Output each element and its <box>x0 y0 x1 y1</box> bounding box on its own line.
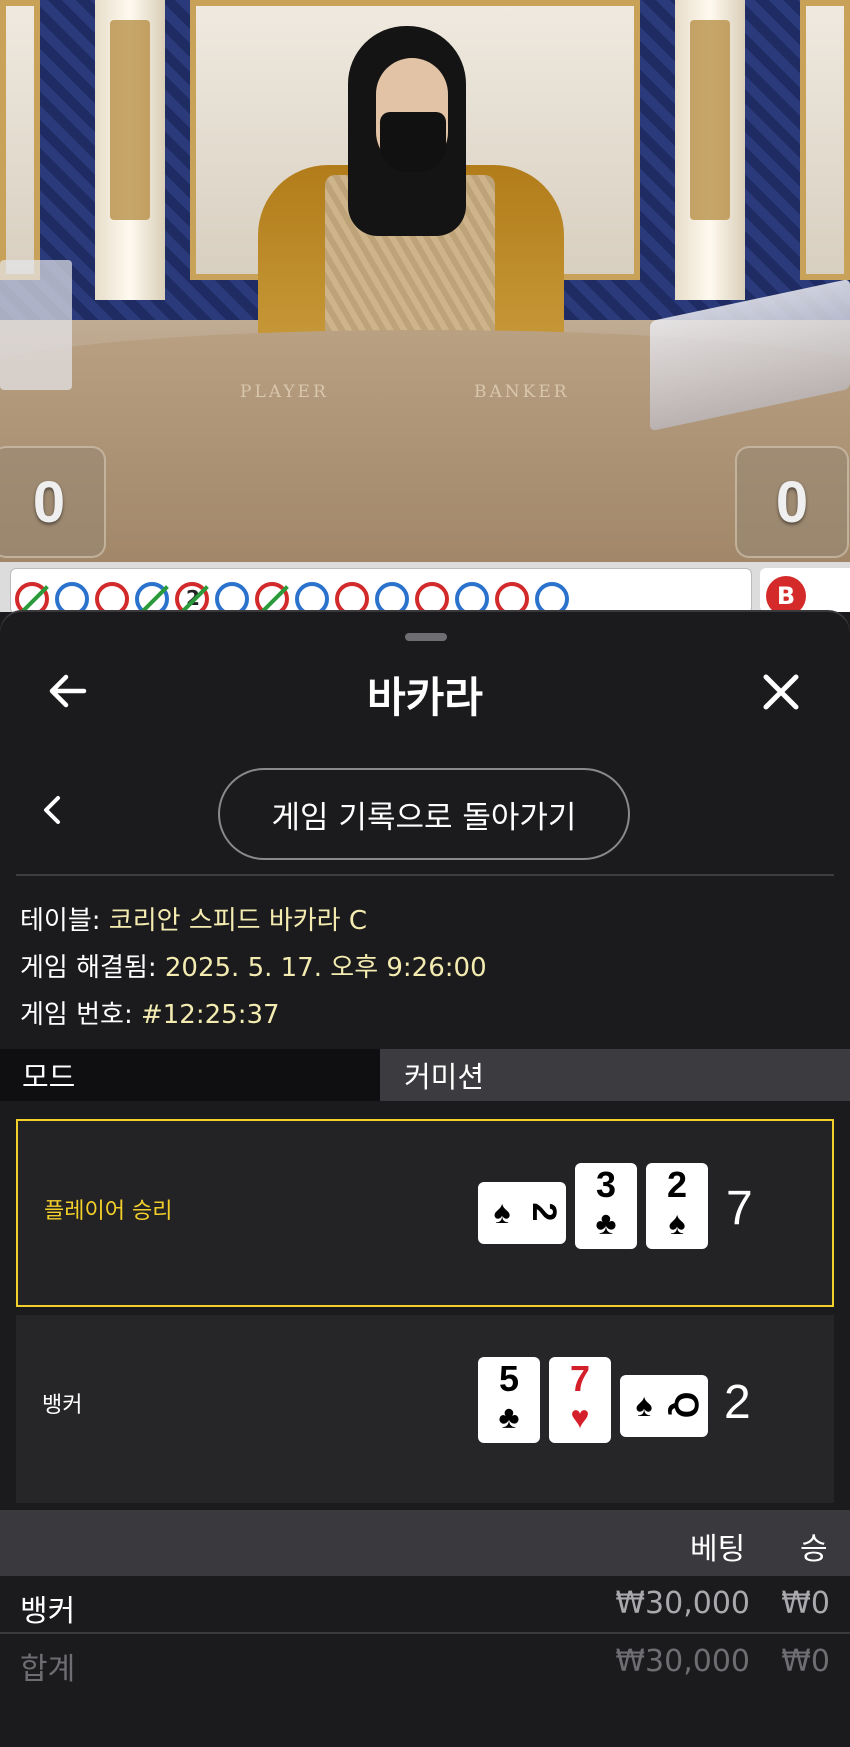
wall-panel <box>0 0 40 280</box>
info-game-number-value: #12:25:37 <box>140 1000 280 1030</box>
total-bet: ₩30,000 <box>615 1644 750 1679</box>
bead-player <box>215 582 249 616</box>
close-button[interactable] <box>756 667 806 717</box>
total-row: 합계 ₩30,000 ₩0 <box>0 1634 850 1690</box>
banker-result: 뱅커 5 ♣ 7 ♥ ♠ Q 2 <box>16 1315 834 1503</box>
table-row: 뱅커 ₩30,000 ₩0 <box>0 1576 850 1634</box>
road-summary: B <box>760 568 850 616</box>
info-resolved-label: 게임 해결됨: <box>20 953 157 983</box>
sheet-title: 바카라 <box>367 673 483 722</box>
bead-player <box>535 582 569 616</box>
bead-banker <box>95 582 129 616</box>
previous-button[interactable] <box>38 790 66 830</box>
wall-panel <box>800 0 850 280</box>
discard-tray <box>0 260 72 390</box>
info-resolved-value: 2025. 5. 17. 오후 9:26:00 <box>164 953 487 983</box>
player-score: 0 <box>0 446 106 558</box>
playing-card: 2 ♠ <box>646 1163 708 1249</box>
bet-amount: ₩30,000 <box>615 1586 750 1621</box>
table-label-player: PLAYER <box>240 382 329 402</box>
playing-card: 7 ♥ <box>549 1357 611 1443</box>
win-amount: ₩0 <box>781 1586 830 1621</box>
player-result: 플레이어 승리 ♠ 2 3 ♣ 2 ♠ 7 <box>16 1119 834 1307</box>
playing-card: 5 ♣ <box>478 1357 540 1443</box>
info-game-number: 게임 번호: #12:25:37 <box>20 994 280 1031</box>
bet-name: 뱅커 <box>20 1594 76 1629</box>
card-rank: 5 <box>498 1358 520 1399</box>
bead-banker <box>495 582 529 616</box>
card-rank: 3 <box>595 1164 617 1205</box>
player-result-label: 플레이어 승리 <box>44 1199 173 1224</box>
bead-player-tie <box>135 582 169 616</box>
tab-mode[interactable]: 모드 <box>0 1049 380 1101</box>
card-suit: ♠ <box>635 1387 653 1423</box>
bead-banker-tie: 2 <box>175 582 209 616</box>
column-win: 승 <box>800 1532 828 1567</box>
total-win: ₩0 <box>781 1644 830 1679</box>
info-table-value: 코리안 스피드 바카라 C <box>108 906 368 936</box>
table-label-banker: BANKER <box>474 382 570 402</box>
info-game-number-label: 게임 번호: <box>20 1000 133 1030</box>
bead-player <box>375 582 409 616</box>
info-table: 테이블: 코리안 스피드 바카라 C <box>20 900 367 937</box>
bead-road-strip[interactable]: 2 B <box>0 562 850 616</box>
card-suit: ♣ <box>595 1205 617 1241</box>
bead-player <box>55 582 89 616</box>
player-total: 7 <box>726 1182 753 1235</box>
banker-badge: B <box>766 576 806 616</box>
chevron-left-icon <box>44 796 60 824</box>
mode-tabs: 모드 커미션 <box>0 1049 850 1101</box>
info-resolved: 게임 해결됨: 2025. 5. 17. 오후 9:26:00 <box>20 947 487 984</box>
card-rank: 2 <box>666 1164 688 1205</box>
card-suit: ♠ <box>493 1194 511 1230</box>
bead-count: 2 <box>186 586 200 610</box>
bead-player <box>295 582 329 616</box>
playing-card: 3 ♣ <box>575 1163 637 1249</box>
bead-banker-tie <box>255 582 289 616</box>
column-bet: 베팅 <box>690 1532 746 1567</box>
drag-handle[interactable] <box>405 633 447 641</box>
pillar <box>675 0 745 300</box>
playing-card: ♠ Q <box>620 1375 708 1437</box>
bead-banker-tie <box>15 582 49 616</box>
card-suit: ♠ <box>668 1205 686 1241</box>
total-label: 합계 <box>20 1652 76 1687</box>
info-table-label: 테이블: <box>20 906 101 936</box>
game-detail-sheet: 바카라 게임 기록으로 돌아가기 테이블: 코리안 스피드 바카라 C 게임 해… <box>0 612 850 1747</box>
playing-card: ♠ 2 <box>478 1182 566 1244</box>
bead-banker <box>415 582 449 616</box>
card-rank: 2 <box>525 1202 563 1222</box>
dealer-mask <box>380 112 446 172</box>
divider <box>16 874 834 876</box>
banker-result-label: 뱅커 <box>42 1393 83 1418</box>
bead-road: 2 <box>10 568 752 616</box>
live-video-feed: PLAYER BANKER 0 0 <box>0 0 850 562</box>
tab-commission[interactable]: 커미션 <box>382 1049 850 1101</box>
bets-table-header: 베팅 승 <box>0 1510 850 1576</box>
bead-banker <box>335 582 369 616</box>
close-icon <box>763 674 799 710</box>
pillar <box>95 0 165 300</box>
bead-player <box>455 582 489 616</box>
card-rank: Q <box>667 1391 705 1419</box>
card-rank: 7 <box>569 1358 591 1399</box>
banker-score: 0 <box>735 446 849 558</box>
card-suit: ♣ <box>498 1399 520 1435</box>
back-to-history-button[interactable]: 게임 기록으로 돌아가기 <box>218 768 630 860</box>
banker-total: 2 <box>724 1376 751 1429</box>
card-suit: ♥ <box>570 1399 590 1435</box>
